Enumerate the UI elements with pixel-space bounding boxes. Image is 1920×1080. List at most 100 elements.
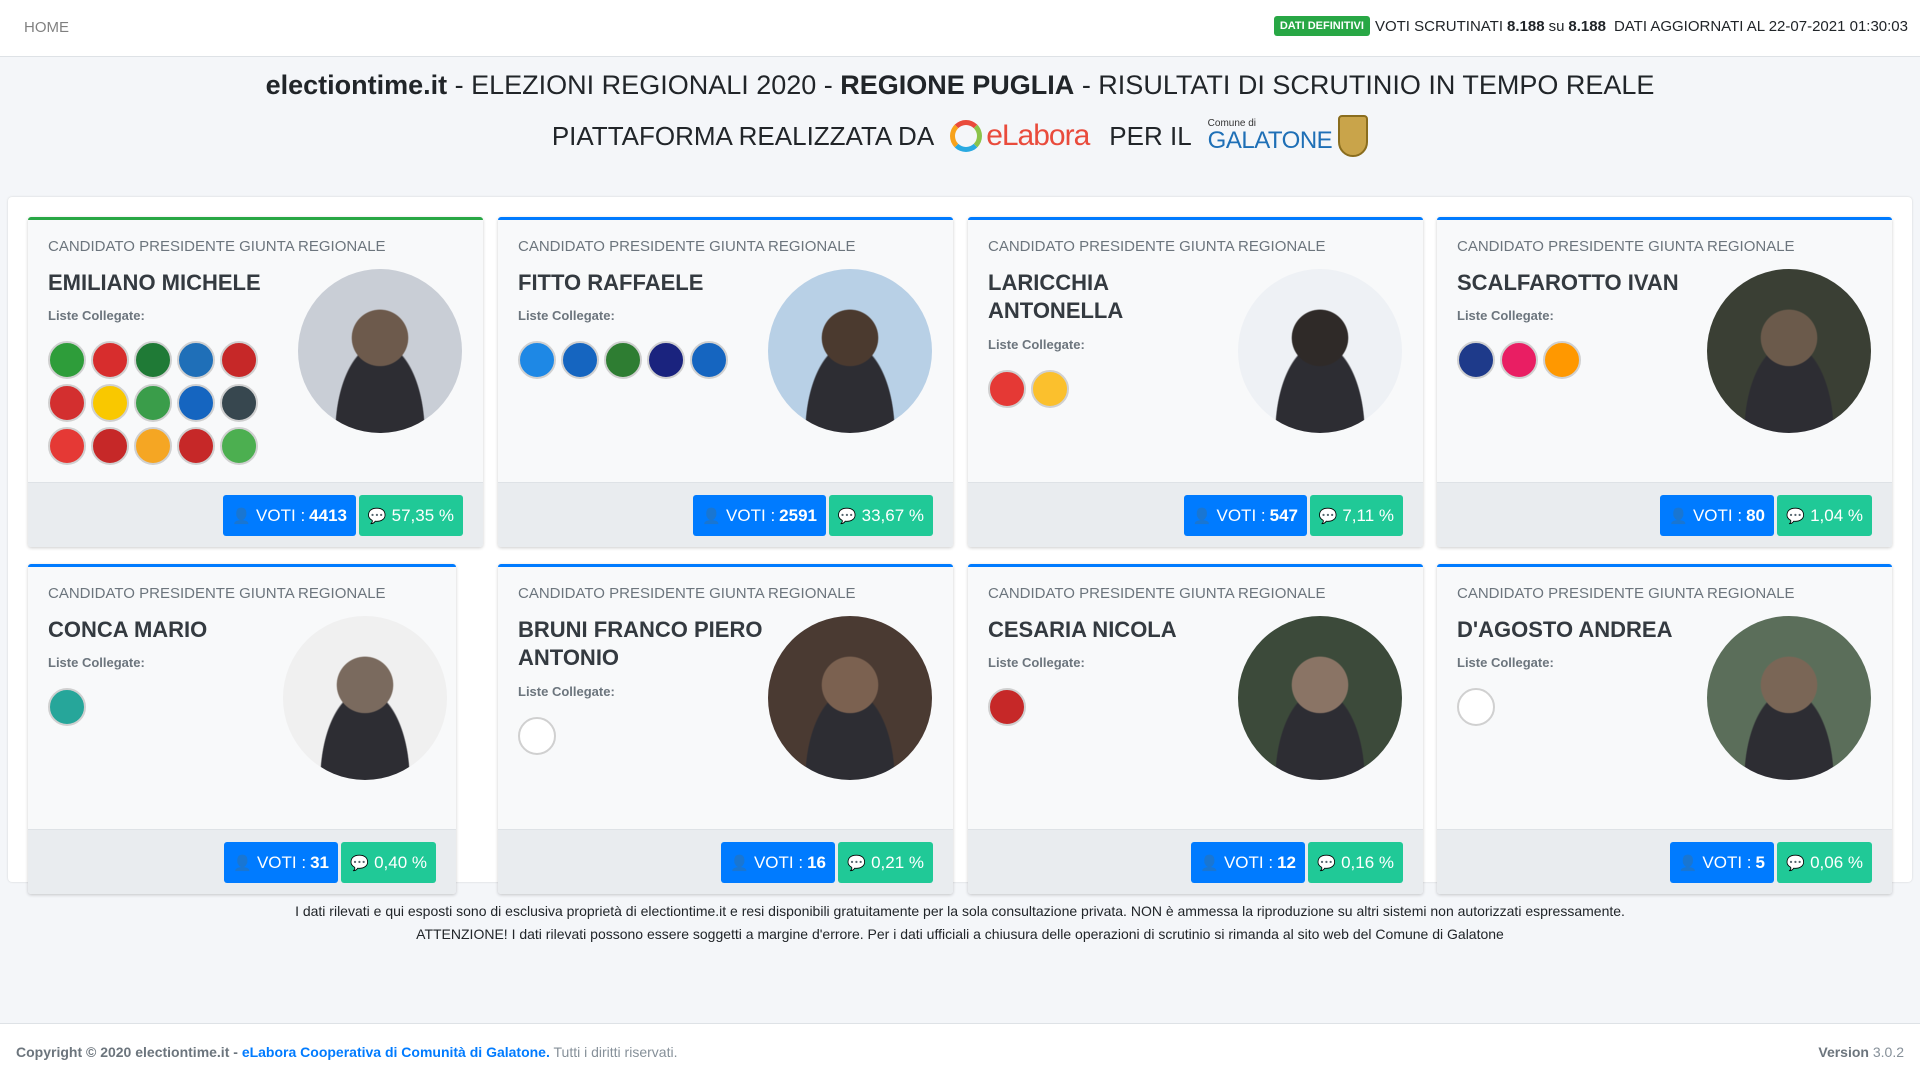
party-list-logo [1457,341,1495,379]
linked-lists-label: Liste Collegate: [518,684,615,699]
linked-lists [1457,688,1682,726]
user-icon: 👤 [232,507,252,525]
percentage-badge: 💬 33,67 % [828,495,933,536]
galatone-logo-big: GALATONE [1207,127,1333,154]
candidate-name: EMILIANO MICHELE [48,270,261,295]
linked-lists [48,341,273,465]
percentage-value: 0,21 % [871,852,924,872]
candidate-role: CANDIDATO PRESIDENTE GIUNTA REGIONALE [518,238,856,255]
candidate-photo [283,616,447,780]
linked-lists [988,688,1213,726]
votes-value: 5 [1755,852,1765,872]
comments-icon: 💬 [1317,854,1337,872]
site-name: electiontime.it [265,70,448,100]
candidate-role: CANDIDATO PRESIDENTE GIUNTA REGIONALE [518,585,856,602]
party-list-logo [48,384,86,422]
copyright: Copyright © 2020 electiontime.it - eLabo… [16,1044,677,1060]
candidate-name: CESARIA NICOLA [988,617,1177,642]
party-list-logo [91,384,129,422]
candidate-name: D'AGOSTO ANDREA [1457,617,1673,642]
votes-label: VOTI : [256,505,306,525]
party-list-logo [91,427,129,465]
total-votes-value: 8.188 [1568,17,1606,35]
party-list-logo [134,341,172,379]
percentage-badge: 💬 0,16 % [1308,842,1403,883]
candidate-card: CANDIDATO PRESIDENTE GIUNTA REGIONALE CON… [28,564,456,894]
elabora-logo[interactable]: eLabora [950,119,1090,153]
party-list-logo [48,427,86,465]
percentage-value: 57,35 % [391,505,454,525]
comments-icon: 💬 [837,507,857,525]
candidate-name: FITTO RAFFAELE [518,270,704,295]
candidate-card: CANDIDATO PRESIDENTE GIUNTA REGIONALE SCA… [1437,217,1892,547]
candidate-photo [1707,616,1871,780]
party-list-logo [988,688,1026,726]
votes-label: VOTI : [256,852,307,872]
votes-label: VOTI : [726,505,776,525]
version-label: Version [1818,1044,1869,1060]
votes-value: 31 [310,852,329,872]
title-sep-1: - ELEZIONI REGIONALI 2020 - [447,70,841,100]
galatone-crest-icon [1338,115,1369,157]
page-footer: Copyright © 2020 electiontime.it - eLabo… [0,1023,1920,1080]
elabora-swirl-icon [950,120,983,152]
votes-badge: 👤 VOTI :2591 [693,495,826,536]
linked-lists-label: Liste Collegate: [1457,655,1554,670]
candidate-results: 💬 0,16 % 👤 VOTI :12 [968,829,1423,894]
votes-value: 16 [807,852,826,872]
counted-votes-value: 8.188 [1507,17,1545,35]
party-list-logo [988,370,1026,408]
comments-icon: 💬 [350,854,370,872]
user-icon: 👤 [233,854,252,872]
percentage-value: 0,16 % [1341,852,1394,872]
candidate-role: CANDIDATO PRESIDENTE GIUNTA REGIONALE [48,238,386,255]
party-list-logo [177,341,215,379]
percentage-badge: 💬 0,06 % [1777,842,1872,883]
candidate-role: CANDIDATO PRESIDENTE GIUNTA REGIONALE [988,238,1326,255]
user-icon: 👤 [1669,507,1688,525]
comments-icon: 💬 [1786,854,1806,872]
linked-lists [518,717,743,755]
candidate-photo [1707,269,1871,433]
candidate-results: 💬 0,40 % 👤 VOTI :31 [28,829,456,894]
top-navbar: HOME DATI DEFINITIVI VOTI SCRUTINATI 8.1… [0,0,1920,57]
candidate-role: CANDIDATO PRESIDENTE GIUNTA REGIONALE [1457,238,1795,255]
votes-badge: 👤 VOTI :5 [1669,842,1774,883]
company-link[interactable]: eLabora Cooperativa di Comunità di Galat… [242,1044,550,1060]
nav-home-link[interactable]: HOME [24,19,69,36]
galatone-logo[interactable]: Comune di GALATONE [1207,115,1369,157]
votes-label: VOTI : [1216,505,1266,525]
votes-value: 12 [1277,852,1296,872]
party-list-logo [518,717,556,755]
linked-lists-label: Liste Collegate: [48,308,145,323]
candidate-results: 💬 0,06 % 👤 VOTI :5 [1437,829,1892,894]
party-list-logo [604,341,642,379]
platform-credits: PIATTAFORMA REALIZZATA DA eLabora PER IL… [0,115,1920,157]
disclaimer-line-1: I dati rilevati e qui esposti sono di es… [295,903,1625,919]
linked-lists [518,341,743,379]
votes-badge: 👤 VOTI :80 [1660,495,1774,536]
linked-lists [988,370,1213,408]
party-list-logo [220,384,258,422]
candidate-results: 💬 0,21 % 👤 VOTI :16 [498,829,953,894]
final-data-badge: DATI DEFINITIVI [1273,16,1370,36]
title-sep-2: - RISULTATI DI SCRUTINIO IN TEMPO REALE [1074,70,1655,100]
counted-votes-label: VOTI SCRUTINATI [1374,17,1504,35]
candidate-name: LARICCHIA ANTONELLA [988,270,1124,323]
votes-label: VOTI : [1692,505,1743,525]
rights-text: Tutti i diritti riservati. [553,1044,678,1060]
party-list-logo [134,427,172,465]
party-list-logo [177,427,215,465]
candidate-card: CANDIDATO PRESIDENTE GIUNTA REGIONALE FIT… [498,217,953,547]
user-icon: 👤 [730,854,749,872]
votes-label: VOTI : [753,852,804,872]
candidate-photo [298,269,462,433]
candidate-name: CONCA MARIO [48,617,208,642]
votes-label: VOTI : [1223,852,1274,872]
version-info: Version 3.0.2 [1818,1044,1904,1060]
per-il-label: PER IL [1109,120,1192,151]
candidate-role: CANDIDATO PRESIDENTE GIUNTA REGIONALE [988,585,1326,602]
linked-lists-label: Liste Collegate: [48,655,145,670]
candidate-card: CANDIDATO PRESIDENTE GIUNTA REGIONALE BRU… [498,564,953,894]
elabora-logo-text: eLabora [986,119,1090,152]
